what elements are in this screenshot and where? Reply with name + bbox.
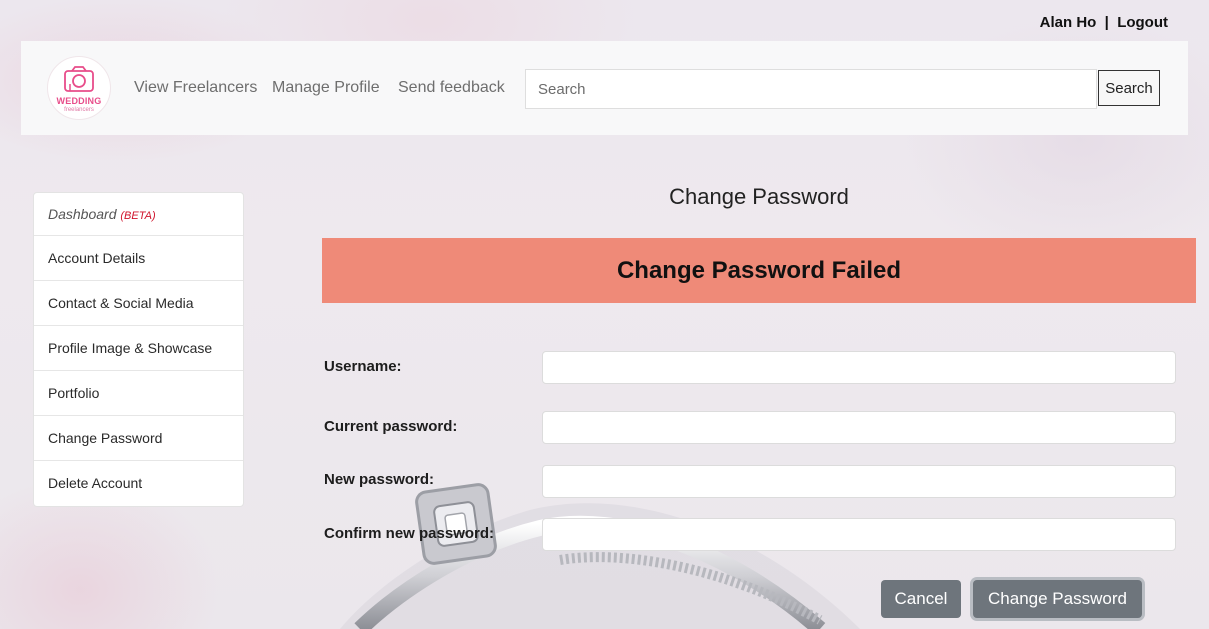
logo-sub-text: freelancers — [64, 107, 94, 113]
sidebar-item-contact-social[interactable]: Contact & Social Media — [34, 281, 243, 326]
search-button[interactable]: Search — [1098, 70, 1160, 106]
nav-manage-profile[interactable]: Manage Profile — [272, 79, 380, 97]
cancel-button[interactable]: Cancel — [881, 580, 961, 618]
page-title: Change Password — [669, 184, 849, 209]
logo-brand-text: WEDDING — [56, 96, 102, 106]
nav-send-feedback[interactable]: Send feedback — [398, 79, 505, 97]
user-bar: Alan Ho | Logout — [1040, 14, 1168, 31]
profile-sidebar: Dashboard (BETA) Account Details Contact… — [33, 192, 244, 507]
navbar: WEDDING freelancers View Freelancers Man… — [21, 41, 1188, 135]
sidebar-item-dashboard[interactable]: Dashboard (BETA) — [34, 193, 243, 236]
sidebar-item-label: Dashboard — [48, 206, 117, 222]
change-password-button[interactable]: Change Password — [973, 580, 1142, 618]
sidebar-item-profile-image[interactable]: Profile Image & Showcase — [34, 326, 243, 371]
sidebar-item-portfolio[interactable]: Portfolio — [34, 371, 243, 416]
new-password-field[interactable] — [542, 465, 1176, 498]
new-password-label: New password: — [324, 471, 435, 488]
confirm-password-field[interactable] — [542, 518, 1176, 551]
sidebar-item-delete-account[interactable]: Delete Account — [34, 461, 243, 506]
sidebar-item-change-password[interactable]: Change Password — [34, 416, 243, 461]
error-alert: Change Password Failed — [322, 238, 1196, 303]
user-separator: | — [1096, 14, 1118, 31]
current-password-label: Current password: — [324, 418, 458, 435]
confirm-password-label: Confirm new password: — [324, 525, 495, 542]
site-logo[interactable]: WEDDING freelancers — [47, 56, 111, 120]
search-input[interactable] — [525, 69, 1097, 109]
user-name: Alan Ho — [1039, 14, 1097, 31]
username-label: Username: — [324, 358, 402, 375]
username-field[interactable] — [542, 351, 1176, 384]
logout-link[interactable]: Logout — [1117, 14, 1168, 31]
nav-view-freelancers[interactable]: View Freelancers — [134, 79, 257, 97]
current-password-field[interactable] — [542, 411, 1176, 444]
sidebar-item-account-details[interactable]: Account Details — [34, 236, 243, 281]
beta-badge: (BETA) — [120, 210, 156, 222]
